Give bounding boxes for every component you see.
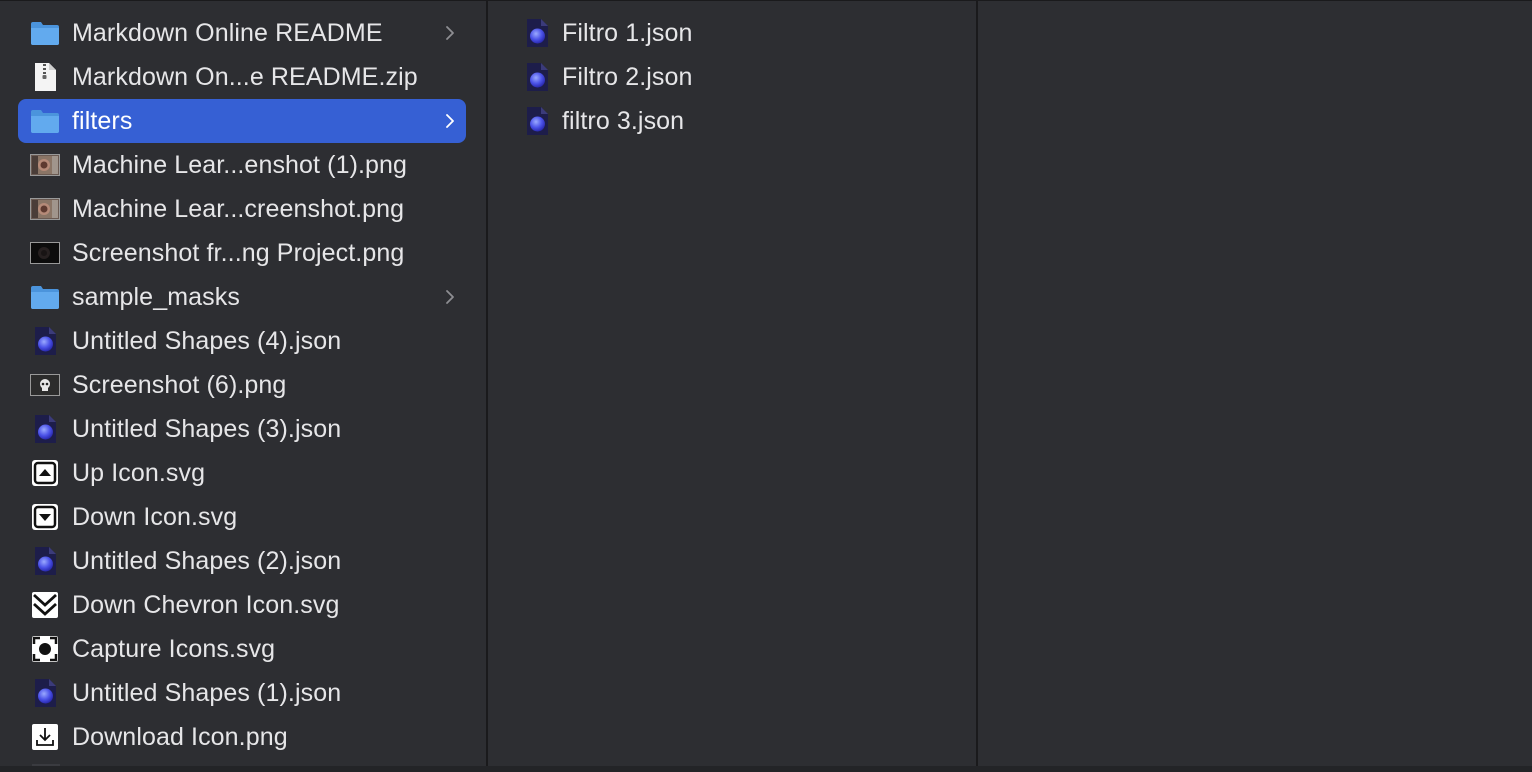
column-1[interactable]: Markdown Online README Markdown On...e RE… bbox=[0, 0, 486, 772]
down-chevron-svg-icon bbox=[30, 591, 60, 619]
item-name: Down Chevron Icon.svg bbox=[72, 591, 340, 619]
bottom-edge bbox=[0, 766, 1532, 772]
file-item[interactable]: Filtro 2.json bbox=[508, 55, 956, 99]
chevron-right-icon bbox=[446, 290, 454, 304]
folder-icon bbox=[30, 283, 60, 311]
item-name: Markdown Online README bbox=[72, 19, 383, 47]
file-item[interactable]: Download Icon.png bbox=[18, 715, 466, 759]
item-name: Untitled Shapes (3).json bbox=[72, 415, 342, 443]
folder-icon bbox=[30, 19, 60, 47]
file-item[interactable]: Capture Icons.svg bbox=[18, 627, 466, 671]
folder-icon bbox=[30, 107, 60, 135]
file-item[interactable]: Up Icon.svg bbox=[18, 451, 466, 495]
file-item[interactable]: Markdown On...e README.zip bbox=[18, 55, 466, 99]
json-document-icon bbox=[522, 63, 552, 91]
item-name: Filtro 1.json bbox=[562, 19, 693, 47]
item-name: Markdown On...e README.zip bbox=[72, 63, 418, 91]
file-item[interactable]: Untitled Shapes (3).json bbox=[18, 407, 466, 451]
item-name: Capture Icons.svg bbox=[72, 635, 276, 663]
item-name: Screenshot (6).png bbox=[72, 371, 287, 399]
item-name: Up Icon.svg bbox=[72, 459, 206, 487]
finder-column-browser: Markdown Online README Markdown On...e RE… bbox=[0, 0, 1532, 772]
capture-svg-icon bbox=[30, 635, 60, 663]
file-item[interactable]: Down Icon.svg bbox=[18, 495, 466, 539]
file-item[interactable]: Machine Lear...creenshot.png bbox=[18, 187, 466, 231]
json-document-icon bbox=[30, 327, 60, 355]
chevron-right-icon bbox=[446, 114, 454, 128]
dark-image-thumbnail-icon bbox=[30, 239, 60, 267]
json-document-icon bbox=[30, 679, 60, 707]
item-name: Download Icon.png bbox=[72, 723, 288, 751]
file-item[interactable]: Untitled Shapes (4).json bbox=[18, 319, 466, 363]
item-name: Down Icon.svg bbox=[72, 503, 238, 531]
chevron-right-icon bbox=[446, 26, 454, 40]
json-document-icon bbox=[522, 19, 552, 47]
item-name: Untitled Shapes (1).json bbox=[72, 679, 342, 707]
column-2-list: Filtro 1.json Filtro 2.json filtro 3.json bbox=[488, 11, 976, 143]
item-name: Untitled Shapes (4).json bbox=[72, 327, 342, 355]
item-name: filtro 3.json bbox=[562, 107, 685, 135]
file-item[interactable]: Screenshot fr...ng Project.png bbox=[18, 231, 466, 275]
down-svg-icon bbox=[30, 503, 60, 531]
item-name: Machine Lear...creenshot.png bbox=[72, 195, 405, 223]
image-thumbnail-icon bbox=[30, 195, 60, 223]
skull-thumbnail-icon bbox=[30, 371, 60, 399]
json-document-icon bbox=[522, 107, 552, 135]
zip-file-icon bbox=[30, 63, 60, 91]
file-item[interactable]: Filtro 1.json bbox=[508, 11, 956, 55]
file-item[interactable]: Machine Lear...enshot (1).png bbox=[18, 143, 466, 187]
column-1-list: Markdown Online README Markdown On...e RE… bbox=[0, 11, 486, 759]
up-svg-icon bbox=[30, 459, 60, 487]
folder-item[interactable]: Markdown Online README bbox=[18, 11, 466, 55]
json-document-icon bbox=[30, 415, 60, 443]
file-item[interactable]: Untitled Shapes (1).json bbox=[18, 671, 466, 715]
column-3-empty[interactable] bbox=[978, 0, 1532, 772]
folder-item[interactable]: sample_masks bbox=[18, 275, 466, 319]
image-thumbnail-icon bbox=[30, 151, 60, 179]
download-png-icon bbox=[30, 723, 60, 751]
file-item[interactable]: Untitled Shapes (2).json bbox=[18, 539, 466, 583]
item-name: Machine Lear...enshot (1).png bbox=[72, 151, 408, 179]
file-item[interactable]: filtro 3.json bbox=[508, 99, 956, 143]
item-name: Untitled Shapes (2).json bbox=[72, 547, 342, 575]
item-name: sample_masks bbox=[72, 283, 240, 311]
file-item[interactable]: Down Chevron Icon.svg bbox=[18, 583, 466, 627]
file-item[interactable]: Screenshot (6).png bbox=[18, 363, 466, 407]
json-document-icon bbox=[30, 547, 60, 575]
item-name: filters bbox=[72, 107, 133, 135]
item-name: Filtro 2.json bbox=[562, 63, 693, 91]
item-name: Screenshot fr...ng Project.png bbox=[72, 239, 405, 267]
folder-item[interactable]: filters bbox=[18, 99, 466, 143]
column-2[interactable]: Filtro 1.json Filtro 2.json filtro 3.json bbox=[488, 0, 976, 772]
